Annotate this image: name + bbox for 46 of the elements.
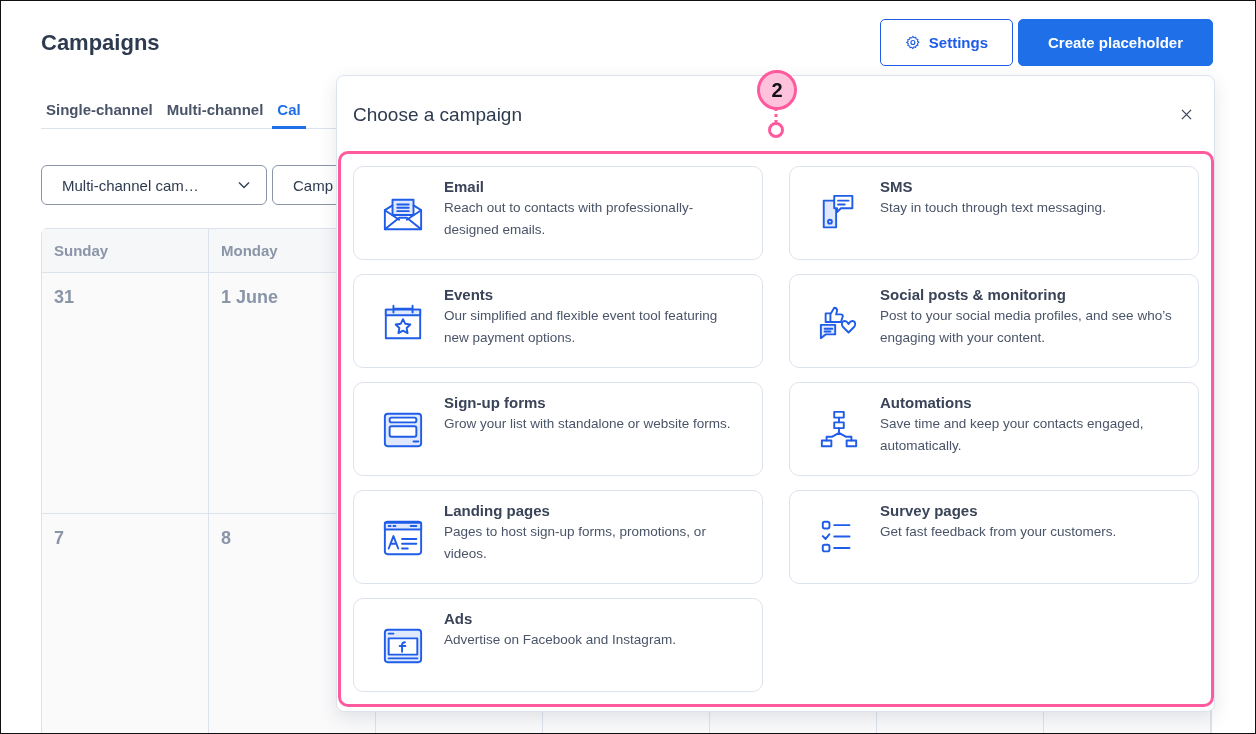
campaign-option[interactable]: Email Reach out to contacts with professionally-designed emails.: [353, 166, 763, 260]
campaign-option[interactable]: Social posts & monitoring Post to your social media profiles, and see who’s engaging with your content.: [789, 274, 1199, 368]
option-description: Post to your social media profiles, and see who’s engaging with your content.: [880, 307, 1173, 347]
option-description: Grow your list with standalone or website forms.: [444, 415, 731, 433]
option-title: Events: [444, 285, 495, 305]
option-description: Pages to host sign-up forms, promotions, or videos.: [444, 523, 707, 563]
leader-line: [767, 108, 785, 138]
campaign-option[interactable]: Ads Advertise on Facebook and Instagram.: [353, 598, 763, 692]
filter-dropdown[interactable]: Multi-channel cam…: [41, 165, 267, 205]
option-title: Landing pages: [444, 501, 551, 521]
dialog-title: Choose a campaign: [353, 103, 522, 126]
gear-icon: [905, 34, 921, 51]
option-title: Social posts & monitoring: [880, 285, 1067, 305]
option-description: Reach out to contacts with professionally-designed emails.: [444, 199, 695, 239]
campaign-option[interactable]: SMS Stay in touch through text messaging.: [789, 166, 1199, 260]
date-number: 1 June: [221, 287, 279, 307]
weekday-label: Sunday: [54, 242, 109, 259]
campaign-option[interactable]: Automations Save time and keep your contacts engaged, automatically.: [789, 382, 1199, 476]
option-description: Advertise on Facebook and Instagram.: [444, 631, 676, 649]
option-title: Automations: [880, 393, 973, 413]
option-description: Get fast feedback from your customers.: [880, 523, 1117, 541]
header-button[interactable]: Settings: [880, 19, 1013, 66]
option-title: Email: [444, 177, 486, 197]
option-title: Ads: [444, 609, 474, 629]
campaign-option[interactable]: Survey pages Get fast feedback from your customers.: [789, 490, 1199, 584]
tab[interactable]: Multi-channel: [161, 95, 269, 129]
page-title: Campaigns: [41, 29, 160, 56]
date-number: 7: [54, 528, 64, 548]
campaign-option[interactable]: Events Our simplified and flexible event tool featuring new payment options.: [353, 274, 763, 368]
close-icon[interactable]: [1181, 109, 1192, 120]
date-number: 8: [221, 528, 231, 548]
option-description: Stay in touch through text messaging.: [880, 199, 1106, 217]
chevron-down-icon: [238, 181, 250, 189]
option-title: SMS: [880, 177, 914, 197]
header-button[interactable]: Create placeholder: [1018, 19, 1213, 66]
option-description: Save time and keep your contacts engaged, automatically.: [880, 415, 1145, 455]
campaign-option[interactable]: Landing pages Pages to host sign-up forms, promotions, or videos.: [353, 490, 763, 584]
option-title: Sign-up forms: [444, 393, 547, 413]
option-description: Our simplified and flexible event tool featuring new payment options.: [444, 307, 719, 347]
date-number: 31: [54, 287, 75, 307]
weekday-label: Monday: [221, 242, 278, 259]
tab[interactable]: Single-channel: [41, 95, 158, 129]
campaign-option[interactable]: Sign-up forms Grow your list with standalone or website forms.: [353, 382, 763, 476]
step-badge: 2: [757, 70, 797, 110]
tab[interactable]: Cal: [272, 95, 306, 129]
option-title: Survey pages: [880, 501, 979, 521]
